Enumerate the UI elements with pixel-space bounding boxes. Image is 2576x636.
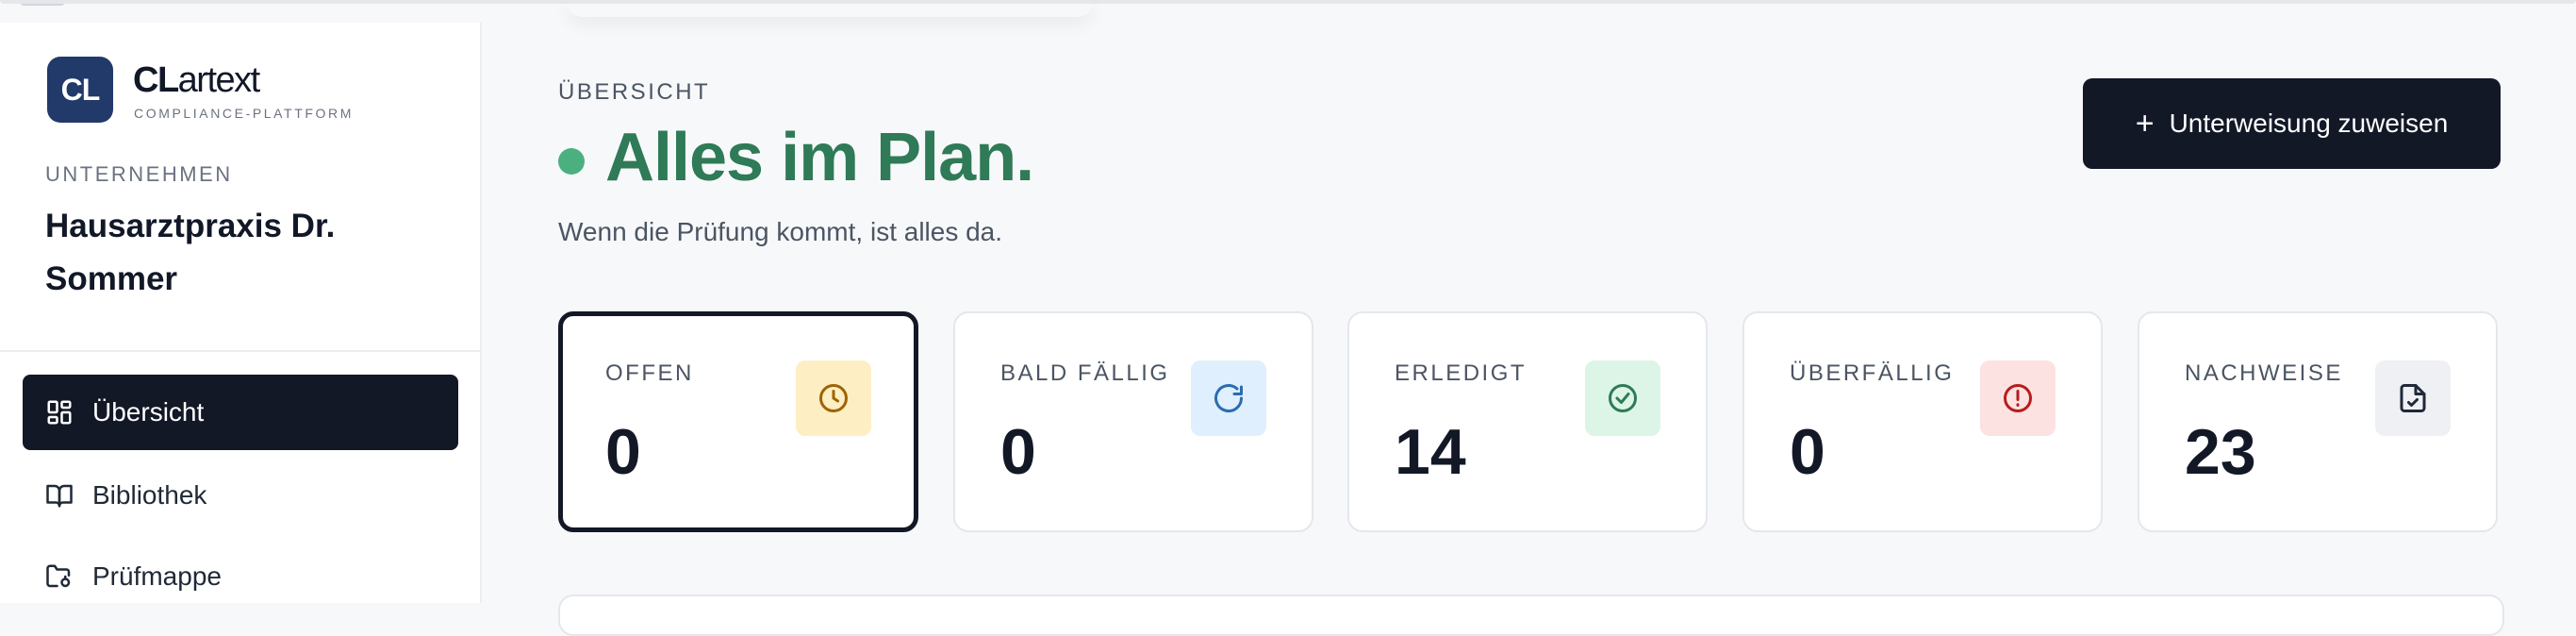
folder-icon: [46, 564, 71, 588]
stat-label: BALD FÄLLIG: [1000, 360, 1170, 386]
sidebar-item-pruefmappe[interactable]: Prüfmappe: [23, 539, 458, 614]
top-border: [0, 0, 2576, 4]
clock-icon: [796, 360, 871, 436]
stat-label: ÜBERFÄLLIG: [1790, 360, 1955, 386]
sidebar-item-bibliothek[interactable]: Bibliothek: [23, 458, 458, 533]
stat-value: 0: [1000, 416, 1036, 488]
sidebar: CL CLartext COMPLIANCE-PLATTFORM UNTERNE…: [0, 23, 482, 603]
book-icon: [46, 484, 73, 508]
page-eyebrow: ÜBERSICHT: [558, 79, 711, 105]
page-subtitle: Wenn die Prüfung kommt, ist alles da.: [558, 217, 1003, 246]
stat-card-offen[interactable]: OFFEN 0: [558, 311, 918, 532]
stat-value: 0: [1790, 416, 1825, 488]
status-dot: [558, 148, 585, 175]
stat-label: OFFEN: [605, 360, 694, 386]
top-shadow: [566, 0, 1094, 17]
brand-name: CLartext: [133, 60, 261, 101]
stat-value: 14: [1395, 416, 1466, 488]
content-panel: [558, 594, 2504, 636]
brand-tagline: COMPLIANCE-PLATTFORM: [134, 106, 354, 121]
stat-card-erledigt[interactable]: ERLEDIGT 14: [1347, 311, 1708, 532]
sidebar-item-label: Übersicht: [92, 397, 205, 427]
stat-card-nachweise[interactable]: NACHWEISE 23: [2138, 311, 2498, 532]
company-label: UNTERNEHMEN: [45, 162, 233, 186]
stat-value: 23: [2185, 416, 2256, 488]
stat-value: 0: [605, 416, 641, 488]
sidebar-divider: [0, 350, 480, 352]
company-name: Hausarztpraxis Dr. Sommer: [45, 208, 336, 297]
logo[interactable]: CL: [47, 57, 113, 123]
sidebar-item-label: Bibliothek: [92, 480, 207, 510]
stat-card-bald-faellig[interactable]: BALD FÄLLIG 0: [953, 311, 1313, 532]
dashboard-icon: [47, 400, 72, 425]
file-check-icon: [2375, 360, 2451, 436]
refresh-icon: [1191, 360, 1266, 436]
plus-icon: +: [2135, 105, 2155, 142]
check-circle-icon: [1585, 360, 1660, 436]
brand-name-rest: artext: [177, 60, 261, 100]
page-title: Alles im Plan.: [605, 120, 1034, 195]
sidebar-item-uebersicht[interactable]: Übersicht: [23, 375, 458, 450]
assign-training-label: Unterweisung zuweisen: [2169, 109, 2449, 138]
sidebar-item-label: Prüfmappe: [92, 561, 222, 591]
stat-label: ERLEDIGT: [1395, 360, 1527, 386]
brand-name-bold: CL: [133, 60, 179, 100]
top-strip: [0, 0, 2576, 23]
stat-card-ueberfaellig[interactable]: ÜBERFÄLLIG 0: [1742, 311, 2103, 532]
alert-circle-icon: [1980, 360, 2056, 436]
assign-training-button[interactable]: + Unterweisung zuweisen: [2083, 78, 2501, 169]
stat-label: NACHWEISE: [2185, 360, 2343, 386]
